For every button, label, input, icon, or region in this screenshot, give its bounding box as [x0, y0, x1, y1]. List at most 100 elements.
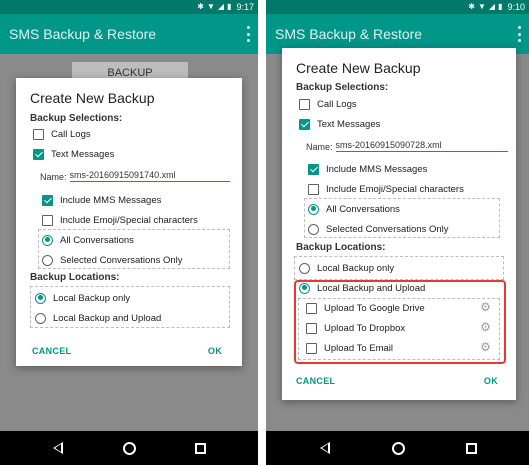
- all-conversations-radio[interactable]: [42, 234, 53, 246]
- ok-button[interactable]: OK: [484, 376, 498, 386]
- status-bar: ✱ ▼ ◢ ▮ 9:17: [0, 0, 258, 14]
- local-backup-only-radio[interactable]: [35, 292, 46, 304]
- local-backup-upload-option[interactable]: Local Backup and Upload: [299, 280, 425, 296]
- selected-conversations-label: Selected Conversations Only: [60, 254, 183, 266]
- home-icon[interactable]: [391, 441, 405, 455]
- phone-screen-left: ✱ ▼ ◢ ▮ 9:17 SMS Backup & Restore BACKUP…: [0, 0, 258, 465]
- name-label: Name:: [306, 142, 333, 152]
- upload-dropbox-checkbox[interactable]: [306, 322, 317, 334]
- cancel-button[interactable]: CANCEL: [296, 376, 335, 386]
- include-mms-checkbox[interactable]: [308, 163, 319, 175]
- backup-name-input[interactable]: [69, 170, 230, 182]
- dialog-title: Create New Backup: [296, 60, 421, 76]
- backup-name-input[interactable]: [335, 140, 508, 152]
- upload-google-drive-option[interactable]: Upload To Google Drive: [306, 300, 425, 316]
- local-backup-only-label: Local Backup only: [53, 292, 131, 304]
- include-mms-option[interactable]: Include MMS Messages: [42, 192, 161, 208]
- include-mms-checkbox[interactable]: [42, 194, 53, 206]
- local-backup-upload-label: Local Backup and Upload: [53, 312, 162, 324]
- include-emoji-checkbox[interactable]: [42, 214, 53, 226]
- text-messages-option[interactable]: Text Messages: [299, 116, 380, 132]
- overflow-menu-icon[interactable]: [246, 26, 250, 42]
- gear-icon[interactable]: ⚙: [480, 321, 491, 333]
- upload-google-drive-checkbox[interactable]: [306, 302, 317, 314]
- system-nav-bar: [0, 431, 258, 465]
- include-emoji-label: Include Emoji/Special characters: [326, 183, 464, 195]
- selected-conversations-option[interactable]: Selected Conversations Only: [308, 221, 449, 237]
- comparison-screenshot: ✱ ▼ ◢ ▮ 9:17 SMS Backup & Restore BACKUP…: [0, 0, 529, 465]
- call-logs-option[interactable]: Call Logs: [33, 126, 91, 142]
- include-mms-label: Include MMS Messages: [326, 163, 428, 175]
- signal-icon: ◢: [217, 2, 225, 11]
- upload-email-checkbox[interactable]: [306, 342, 317, 354]
- text-messages-label: Text Messages: [317, 118, 381, 130]
- home-icon[interactable]: [122, 441, 136, 455]
- cancel-button[interactable]: CANCEL: [32, 346, 71, 356]
- local-backup-upload-radio[interactable]: [35, 312, 46, 324]
- battery-icon: ▮: [498, 2, 503, 11]
- dialog-title: Create New Backup: [30, 90, 155, 106]
- include-mms-option[interactable]: Include MMS Messages: [308, 161, 427, 177]
- text-messages-label: Text Messages: [51, 148, 115, 160]
- wifi-icon: ▼: [206, 2, 215, 11]
- selected-conversations-label: Selected Conversations Only: [326, 223, 449, 235]
- text-messages-checkbox[interactable]: [299, 118, 310, 130]
- selected-conversations-option[interactable]: Selected Conversations Only: [42, 252, 183, 268]
- phone-screen-right: ✱ ▼ ◢ ▮ 9:10 SMS Backup & Restore Create…: [266, 0, 529, 465]
- local-backup-upload-option[interactable]: Local Backup and Upload: [35, 310, 161, 326]
- local-backup-only-radio[interactable]: [299, 262, 310, 274]
- app-title: SMS Backup & Restore: [275, 26, 423, 42]
- call-logs-checkbox[interactable]: [33, 128, 44, 140]
- create-backup-dialog: Create New Backup Backup Selections: Cal…: [282, 48, 516, 400]
- backup-name-row: Name:: [306, 140, 508, 152]
- backup-name-row: Name:: [40, 170, 230, 182]
- wifi-icon: ▼: [477, 2, 486, 11]
- include-emoji-checkbox[interactable]: [308, 183, 319, 195]
- call-logs-checkbox[interactable]: [299, 98, 310, 110]
- recents-icon[interactable]: [465, 442, 477, 454]
- backup-selections-heading: Backup Selections:: [296, 82, 389, 93]
- app-toolbar: SMS Backup & Restore: [0, 14, 258, 54]
- all-conversations-radio[interactable]: [308, 203, 319, 215]
- create-backup-dialog: Create New Backup Backup Selections: Cal…: [16, 78, 242, 366]
- backup-selections-heading: Backup Selections:: [30, 113, 123, 124]
- status-bar: ✱ ▼ ◢ ▮ 9:10: [266, 0, 529, 14]
- status-time: 9:10: [507, 2, 525, 12]
- local-backup-only-label: Local Backup only: [317, 262, 395, 274]
- system-nav-bar: [266, 431, 529, 465]
- signal-icon: ◢: [488, 2, 496, 11]
- ok-button[interactable]: OK: [208, 346, 222, 356]
- local-backup-upload-radio[interactable]: [299, 282, 310, 294]
- status-time: 9:17: [236, 2, 254, 12]
- upload-email-label: Upload To Email: [324, 342, 394, 354]
- gear-icon[interactable]: ⚙: [480, 341, 491, 353]
- include-emoji-option[interactable]: Include Emoji/Special characters: [42, 212, 198, 228]
- call-logs-label: Call Logs: [51, 128, 91, 140]
- selected-conversations-radio[interactable]: [308, 223, 319, 235]
- overflow-menu-icon[interactable]: [517, 26, 521, 42]
- back-icon[interactable]: [52, 441, 64, 455]
- selected-conversations-radio[interactable]: [42, 254, 53, 266]
- include-mms-label: Include MMS Messages: [60, 194, 162, 206]
- local-backup-only-option[interactable]: Local Backup only: [35, 290, 130, 306]
- call-logs-option[interactable]: Call Logs: [299, 96, 357, 112]
- bluetooth-icon: ✱: [468, 2, 475, 11]
- back-icon[interactable]: [319, 441, 331, 455]
- bluetooth-icon: ✱: [197, 2, 204, 11]
- gear-icon[interactable]: ⚙: [480, 301, 491, 313]
- upload-google-drive-label: Upload To Google Drive: [324, 302, 425, 314]
- all-conversations-option[interactable]: All Conversations: [42, 232, 134, 248]
- name-label: Name:: [40, 172, 67, 182]
- upload-email-option[interactable]: Upload To Email: [306, 340, 393, 356]
- text-messages-option[interactable]: Text Messages: [33, 146, 114, 162]
- include-emoji-option[interactable]: Include Emoji/Special characters: [308, 181, 464, 197]
- text-messages-checkbox[interactable]: [33, 148, 44, 160]
- all-conversations-option[interactable]: All Conversations: [308, 201, 400, 217]
- backup-locations-heading: Backup Locations:: [30, 272, 120, 283]
- upload-dropbox-label: Upload To Dropbox: [324, 322, 406, 334]
- recents-icon[interactable]: [195, 442, 207, 454]
- upload-dropbox-option[interactable]: Upload To Dropbox: [306, 320, 405, 336]
- backup-locations-heading: Backup Locations:: [296, 242, 386, 253]
- local-backup-only-option[interactable]: Local Backup only: [299, 260, 394, 276]
- all-conversations-label: All Conversations: [326, 203, 400, 215]
